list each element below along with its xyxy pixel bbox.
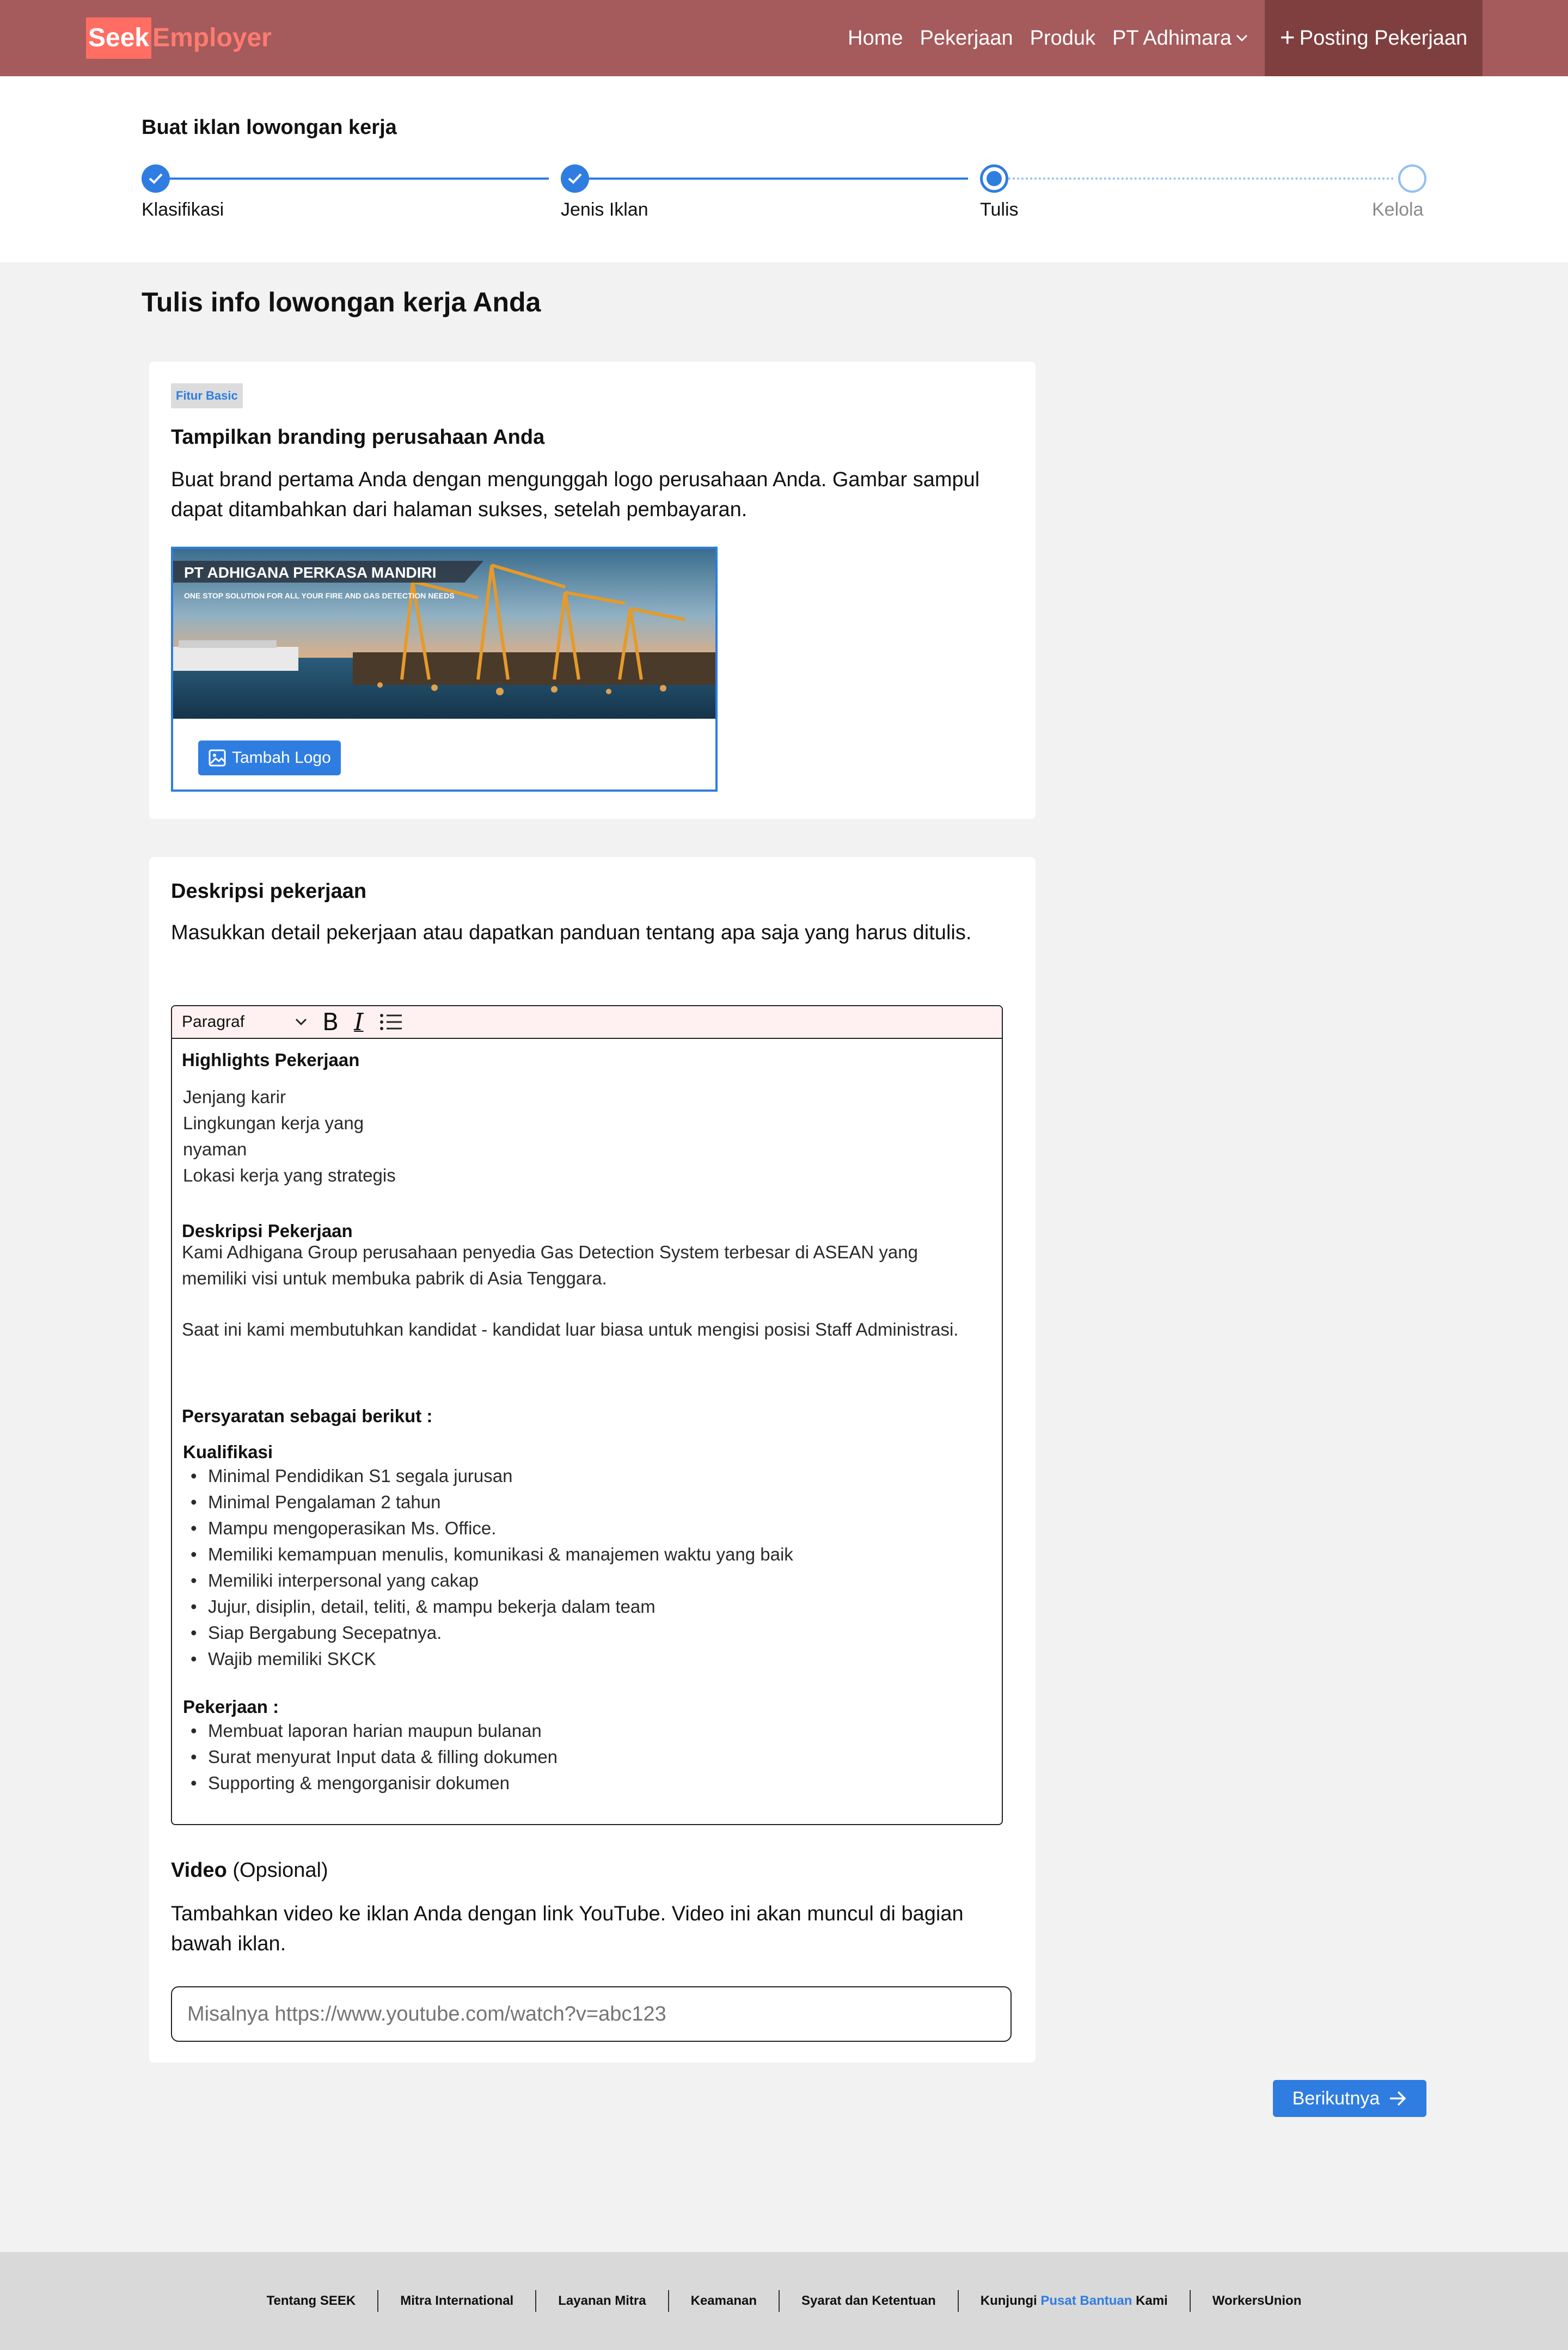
add-logo-button[interactable]: Tambah Logo — [198, 741, 341, 775]
step-kelola — [1398, 164, 1426, 193]
top-navbar: Seek Employer Home Pekerjaan Produk PT A… — [0, 0, 1568, 76]
description-card: Deskripsi pekerjaan Masukkan detail peke… — [149, 857, 1036, 2063]
footer: Tentang SEEK Mitra International Layanan… — [0, 2252, 1568, 2350]
arrow-right-icon — [1390, 2091, 1406, 2106]
footer-help-prefix: Kunjungi — [980, 2293, 1037, 2308]
description-help: Masukkan detail pekerjaan atau dapatkan … — [171, 921, 972, 944]
highlight-item: Jenjang karir — [183, 1087, 286, 1107]
step-klasifikasi[interactable] — [142, 164, 170, 193]
video-title: Video — [171, 1859, 227, 1882]
highlights-title: Highlights Pekerjaan — [182, 1050, 360, 1070]
footer-help-suffix: Kami — [1136, 2293, 1168, 2308]
footer-help[interactable]: Kunjungi Pusat Bantuan Kami — [959, 2293, 1190, 2309]
job-desc-paragraph: Kami Adhigana Group perusahaan penyedia … — [182, 1242, 918, 1288]
format-select-value: Paragraf — [182, 1013, 245, 1031]
footer-terms[interactable]: Syarat dan Ketentuan — [780, 2293, 958, 2309]
qualification-item: Jujur, disiplin, detail, teliti, & mampu… — [191, 1596, 656, 1617]
check-icon — [149, 173, 163, 184]
next-button[interactable]: Berikutnya — [1273, 2080, 1426, 2117]
qualification-item: Wajib memiliki SKCK — [191, 1649, 376, 1669]
job-item: Supporting & mengorganisir dokumen — [191, 1773, 510, 1794]
qualification-item: Minimal Pengalaman 2 tahun — [191, 1492, 440, 1513]
branding-card: Fitur Basic Tampilkan branding perusahaa… — [149, 362, 1036, 819]
branding-heading: Tampilkan branding perusahaan Anda — [171, 426, 545, 449]
brand-seek: Seek — [86, 17, 152, 59]
next-label: Berikutnya — [1292, 2088, 1380, 2109]
footer-about[interactable]: Tentang SEEK — [245, 2293, 378, 2309]
company-menu[interactable]: PT Adhimara — [1112, 27, 1248, 50]
step-label-kelola: Kelola — [1372, 199, 1424, 220]
stepper-title: Buat iklan lowongan kerja — [142, 116, 397, 139]
highlight-item: nyaman — [183, 1139, 247, 1159]
bullet-list-button[interactable] — [379, 1012, 403, 1032]
highlight-item: Lokasi kerja yang strategis — [183, 1165, 396, 1185]
footer-partner-services[interactable]: Layanan Mitra — [536, 2293, 667, 2309]
brand-logo[interactable]: Seek Employer — [86, 17, 272, 59]
nav-home[interactable]: Home — [848, 27, 903, 50]
video-url-input[interactable] — [171, 1986, 1012, 2042]
job-desc-title: Deskripsi Pekerjaan — [182, 1221, 353, 1241]
video-optional: (Opsional) — [232, 1859, 328, 1882]
video-heading: Video (Opsional) — [171, 1859, 328, 1882]
step-connector — [589, 178, 968, 180]
footer-links: Tentang SEEK Mitra International Layanan… — [0, 2252, 1568, 2350]
chevron-down-icon — [295, 1018, 307, 1026]
chevron-down-icon — [1236, 34, 1248, 42]
step-label-jenis-iklan: Jenis Iklan — [561, 199, 648, 220]
jobs-title: Pekerjaan : — [183, 1697, 279, 1717]
feature-badge: Fitur Basic — [171, 383, 243, 408]
job-item: Surat menyurat Input data & filling doku… — [191, 1747, 558, 1767]
qualification-item: Minimal Pendidikan S1 segala jurusan — [191, 1466, 513, 1486]
qualification-item: Siap Bergabung Secepatnya. — [191, 1623, 442, 1643]
qualification-item: Memiliki interpersonal yang cakap — [191, 1570, 479, 1591]
step-connector-pending — [1008, 178, 1394, 180]
step-label-klasifikasi: Klasifikasi — [142, 199, 224, 220]
description-heading: Deskripsi pekerjaan — [171, 880, 367, 903]
step-label-tulis: Tulis — [980, 199, 1019, 220]
list-icon — [379, 1014, 402, 1030]
format-select[interactable]: Paragraf — [182, 1013, 307, 1031]
branding-description: Buat brand pertama Anda dengan mengungga… — [171, 468, 980, 521]
qualification-item: Memiliki kemampuan menulis, komunikasi &… — [191, 1544, 793, 1565]
post-job-button[interactable]: + Posting Pekerjaan — [1265, 0, 1483, 76]
cover-subtitle: ONE STOP SOLUTION FOR ALL YOUR FIRE AND … — [184, 591, 455, 600]
footer-partners[interactable]: Mitra International — [378, 2293, 535, 2309]
image-icon — [209, 749, 226, 767]
step-tulis[interactable] — [980, 164, 1008, 193]
cover-image: PT ADHIGANA PERKASA MANDIRI ONE STOP SOL… — [173, 549, 715, 719]
job-item: Membuat laporan harian maupun bulanan — [191, 1721, 542, 1741]
bold-button[interactable]: B — [322, 1008, 339, 1036]
page-title: Tulis info lowongan kerja Anda — [142, 287, 541, 317]
footer-workers-union[interactable]: WorkersUnion — [1191, 2293, 1324, 2309]
cover-title: PT ADHIGANA PERKASA MANDIRI — [184, 564, 437, 581]
step-connector — [170, 178, 549, 180]
rich-text-editor[interactable]: Paragraf B I Highlights Pekerjaan Jenjan… — [171, 1005, 1003, 1825]
footer-security[interactable]: Keamanan — [669, 2293, 779, 2309]
post-job-label: Posting Pekerjaan — [1299, 26, 1468, 50]
video-description: Tambahkan video ke iklan Anda dengan lin… — [171, 1902, 964, 1955]
company-name: PT Adhimara — [1112, 26, 1232, 50]
italic-button[interactable]: I — [354, 1008, 363, 1036]
plus-icon: + — [1279, 23, 1295, 52]
cover-preview: PT ADHIGANA PERKASA MANDIRI ONE STOP SOL… — [171, 547, 718, 792]
nav-products[interactable]: Produk — [1030, 27, 1095, 50]
qualifications-title: Kualifikasi — [183, 1442, 273, 1462]
check-icon — [568, 173, 582, 184]
editor-toolbar: Paragraf B I — [172, 1006, 1002, 1039]
stepper-panel: Buat iklan lowongan kerja Klasifikasi Je… — [0, 76, 1568, 262]
nav-jobs[interactable]: Pekerjaan — [920, 27, 1013, 50]
job-desc-paragraph: Saat ini kami membutuhkan kandidat - kan… — [182, 1319, 959, 1339]
nav-menu: Home Pekerjaan Produk PT Adhimara + Post… — [848, 0, 1568, 76]
highlight-item: Lingkungan kerja yang — [183, 1113, 364, 1133]
add-logo-label: Tambah Logo — [232, 749, 331, 767]
footer-help-link[interactable]: Pusat Bantuan — [1040, 2293, 1132, 2308]
brand-employer: Employer — [152, 23, 272, 52]
qualification-item: Mampu mengoperasikan Ms. Office. — [191, 1518, 496, 1539]
step-jenis-iklan[interactable] — [561, 164, 589, 193]
requirements-title: Persyaratan sebagai berikut : — [182, 1406, 433, 1426]
